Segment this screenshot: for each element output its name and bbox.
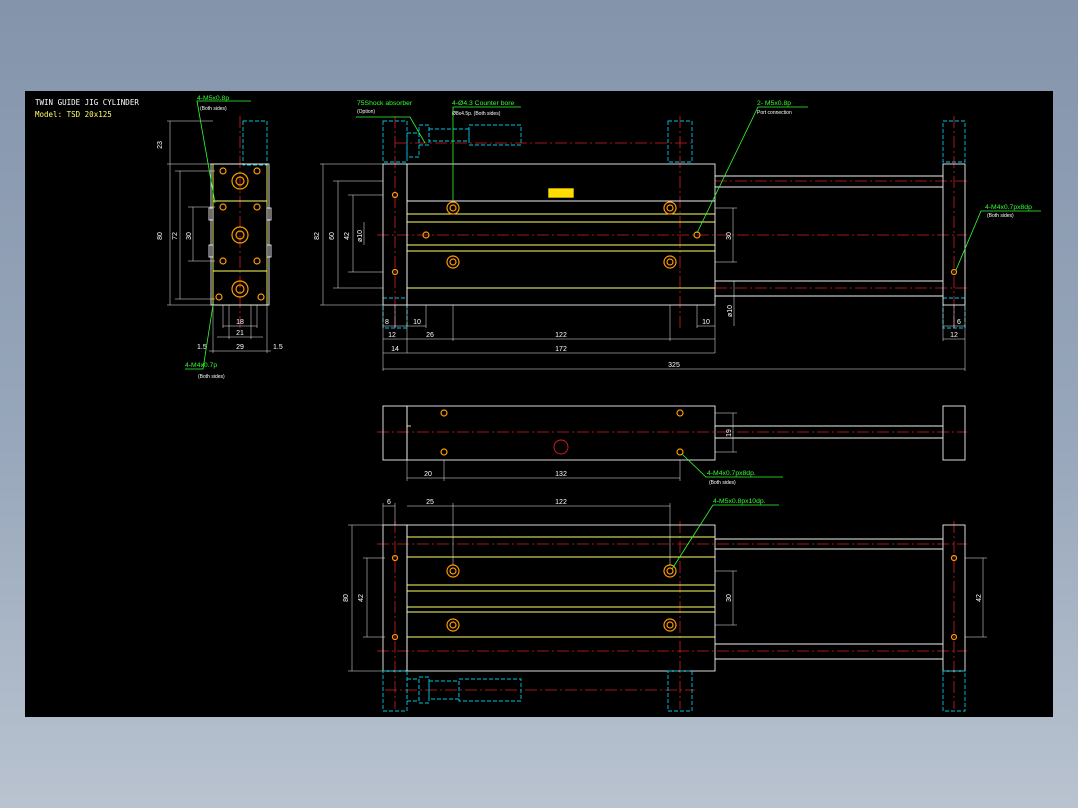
dim-front-122: 122 xyxy=(555,332,567,339)
dim-plan-122: 122 xyxy=(555,499,567,506)
dim-front-12: 12 xyxy=(388,332,396,339)
callout-counter-bore-sub: Ø8x4.5p. (Both sides) xyxy=(452,111,501,117)
side-view: 23 80 72 30 18 21 29 1.5 1.5 4-M5x0.8p (… xyxy=(157,95,283,380)
drawing-canvas[interactable]: TWIN GUIDE JIG CYLINDER Model: TSD 20x12… xyxy=(25,91,1053,717)
dim-front-rod-phi10: ø10 xyxy=(727,305,734,317)
callout-end-plate-tap: 4-M4x0.7px8dp xyxy=(985,204,1032,211)
dim-side-1-5-right: 1.5 xyxy=(273,344,283,351)
dim-side-30: 30 xyxy=(186,232,193,240)
dim-bottom-20: 20 xyxy=(424,471,432,478)
dim-front-6: 6 xyxy=(957,319,961,326)
cad-viewport[interactable]: TWIN GUIDE JIG CYLINDER Model: TSD 20x12… xyxy=(25,91,1053,717)
callout-port: 2- M5x0.8p xyxy=(757,100,791,107)
dim-front-14: 14 xyxy=(391,346,399,353)
dim-plan-80: 80 xyxy=(343,594,350,602)
callout-side-top-tap: 4-M5x0.8p xyxy=(197,95,229,102)
dim-side-23: 23 xyxy=(157,141,164,149)
drawing-title: TWIN GUIDE JIG CYLINDER xyxy=(35,98,139,107)
dim-side-72: 72 xyxy=(172,232,179,240)
dim-front-60: 60 xyxy=(329,232,336,240)
dim-front-phi10: ø10 xyxy=(357,230,364,242)
callout-port-sub: Port connection xyxy=(757,110,792,116)
bottom-right-end-plate xyxy=(942,405,966,461)
bottom-left-end-plate xyxy=(382,405,408,461)
callout-end-plate-tap-sub: (Both sides) xyxy=(987,213,1014,219)
dim-front-325: 325 xyxy=(668,362,680,369)
dim-plan-6: 6 xyxy=(387,499,391,506)
dim-plan-42-right: 42 xyxy=(976,594,983,602)
callout-counter-bore: 4-Ø4.3 Counter bore xyxy=(452,100,515,107)
dim-side-21: 21 xyxy=(236,330,244,337)
callout-side-bottom-tap: 4-M4x0.7p xyxy=(185,362,217,369)
dim-front-42: 42 xyxy=(344,232,351,240)
plan-view: 6 25 122 80 42 30 42 4-M5x0.8px10dp. xyxy=(343,498,987,712)
dim-plan-42-left: 42 xyxy=(358,594,365,602)
dim-plan-30: 30 xyxy=(726,594,733,602)
callout-shock-absorber: 75Shock absorber xyxy=(357,100,413,107)
dim-front-10-left: 10 xyxy=(413,319,421,326)
callout-side-top-tap-sub: (Both sides) xyxy=(200,106,227,112)
front-view: 82 60 42 ø10 30 ø10 8 10 10 6 12 26 122 … xyxy=(314,100,1041,371)
dim-plan-25: 25 xyxy=(426,499,434,506)
side-view-top-lug xyxy=(242,120,268,166)
drawing-model: Model: TSD 20x125 xyxy=(35,110,112,119)
callout-side-bottom-tap-sub: (Both sides) xyxy=(198,374,225,380)
bottom-view: 19 20 132 4-M4x0.7px8dp. (Both sides) xyxy=(377,405,967,486)
dim-side-29: 29 xyxy=(236,344,244,351)
dim-front-82: 82 xyxy=(314,232,321,240)
callout-bottom-view-tap-sub: (Both sides) xyxy=(709,480,736,486)
dim-front-12-end: 12 xyxy=(950,332,958,339)
dim-bottom-132: 132 xyxy=(555,471,567,478)
dim-side-1-5-left: 1.5 xyxy=(197,344,207,351)
dim-front-26: 26 xyxy=(426,332,434,339)
dim-side-18: 18 xyxy=(236,319,244,326)
dim-front-30: 30 xyxy=(726,232,733,240)
dim-bottom-19: 19 xyxy=(726,429,733,437)
callout-bottom-view-tap: 4-M4x0.7px8dp. xyxy=(707,470,756,477)
bottom-body xyxy=(406,405,716,461)
dim-front-10-right: 10 xyxy=(702,319,710,326)
dim-front-172: 172 xyxy=(555,346,567,353)
callout-plan-tap: 4-M5x0.8px10dp. xyxy=(713,498,766,505)
dim-front-8: 8 xyxy=(385,319,389,326)
callout-shock-absorber-sub: (Option) xyxy=(357,109,375,115)
dim-side-80: 80 xyxy=(157,232,164,240)
